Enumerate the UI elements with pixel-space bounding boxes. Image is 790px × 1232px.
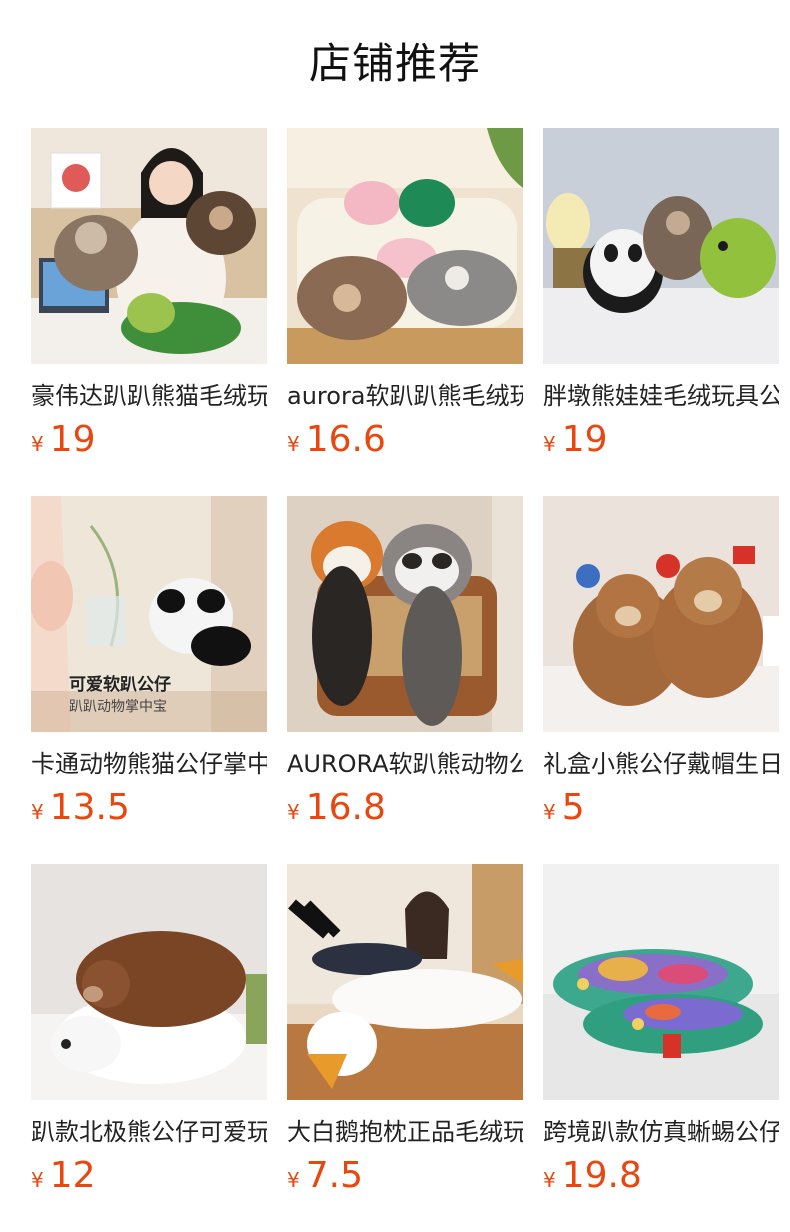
product-card[interactable]: 可爱软趴公仔 趴趴动物掌中宝 卡通动物熊猫公仔掌中宝 ¥13.5	[31, 496, 267, 830]
product-card[interactable]: 礼盒小熊公仔戴帽生日 ¥5	[543, 496, 779, 830]
price-amount: 12	[49, 1155, 96, 1196]
product-image[interactable]	[31, 128, 267, 364]
product-price: ¥12	[31, 1154, 267, 1198]
product-image[interactable]	[31, 864, 267, 1100]
currency-symbol: ¥	[31, 800, 44, 824]
image-caption-sub: 趴趴动物掌中宝	[69, 699, 167, 715]
price-amount: 19	[49, 419, 96, 460]
product-card[interactable]: 大白鹅抱枕正品毛绒玩具 ¥7.5	[287, 864, 523, 1198]
currency-symbol: ¥	[31, 1168, 44, 1192]
product-price: ¥16.8	[287, 786, 523, 830]
price-amount: 16.6	[305, 419, 386, 460]
product-price: ¥13.5	[31, 786, 267, 830]
product-image[interactable]	[543, 128, 779, 364]
product-card[interactable]: 跨境趴款仿真蜥蜴公仔 ¥19.8	[543, 864, 779, 1198]
section-title: 店铺推荐	[308, 39, 481, 88]
product-name[interactable]: aurora软趴趴熊毛绒玩具	[287, 380, 523, 412]
price-amount: 7.5	[305, 1155, 363, 1196]
product-price: ¥19.8	[543, 1154, 779, 1198]
product-card[interactable]: 胖墩熊娃娃毛绒玩具公仔 ¥19	[543, 128, 779, 462]
currency-symbol: ¥	[287, 800, 300, 824]
product-name[interactable]: 豪伟达趴趴熊猫毛绒玩具	[31, 380, 267, 412]
product-name[interactable]: 大白鹅抱枕正品毛绒玩具	[287, 1116, 523, 1148]
product-price: ¥7.5	[287, 1154, 523, 1198]
currency-symbol: ¥	[287, 432, 300, 456]
product-image[interactable]	[287, 496, 523, 732]
product-name[interactable]: 礼盒小熊公仔戴帽生日	[543, 748, 779, 780]
price-amount: 5	[561, 787, 585, 828]
currency-symbol: ¥	[31, 432, 44, 456]
price-amount: 19	[561, 419, 608, 460]
product-price: ¥19	[31, 418, 267, 462]
image-caption-main: 可爱软趴公仔	[69, 675, 171, 695]
product-image[interactable]	[287, 864, 523, 1100]
currency-symbol: ¥	[287, 1168, 300, 1192]
price-amount: 16.8	[305, 787, 386, 828]
product-image[interactable]	[543, 864, 779, 1100]
price-amount: 13.5	[49, 787, 130, 828]
product-name[interactable]: 跨境趴款仿真蜥蜴公仔	[543, 1116, 779, 1148]
product-image[interactable]	[287, 128, 523, 364]
currency-symbol: ¥	[543, 1168, 556, 1192]
product-price: ¥5	[543, 786, 779, 830]
product-image[interactable]: 可爱软趴公仔 趴趴动物掌中宝	[31, 496, 267, 732]
product-name[interactable]: 胖墩熊娃娃毛绒玩具公仔	[543, 380, 779, 412]
product-card[interactable]: aurora软趴趴熊毛绒玩具 ¥16.6	[287, 128, 523, 462]
product-card[interactable]: 趴款北极熊公仔可爱玩具 ¥12	[31, 864, 267, 1198]
product-name[interactable]: AURORA软趴熊动物公仔	[287, 748, 523, 780]
product-card[interactable]: 豪伟达趴趴熊猫毛绒玩具 ¥19	[31, 128, 267, 462]
currency-symbol: ¥	[543, 800, 556, 824]
product-price: ¥16.6	[287, 418, 523, 462]
currency-symbol: ¥	[543, 432, 556, 456]
product-card[interactable]: AURORA软趴熊动物公仔 ¥16.8	[287, 496, 523, 830]
product-name[interactable]: 趴款北极熊公仔可爱玩具	[31, 1116, 267, 1148]
product-price: ¥19	[543, 418, 779, 462]
price-amount: 19.8	[561, 1155, 642, 1196]
product-image[interactable]	[543, 496, 779, 732]
product-name[interactable]: 卡通动物熊猫公仔掌中宝	[31, 748, 267, 780]
